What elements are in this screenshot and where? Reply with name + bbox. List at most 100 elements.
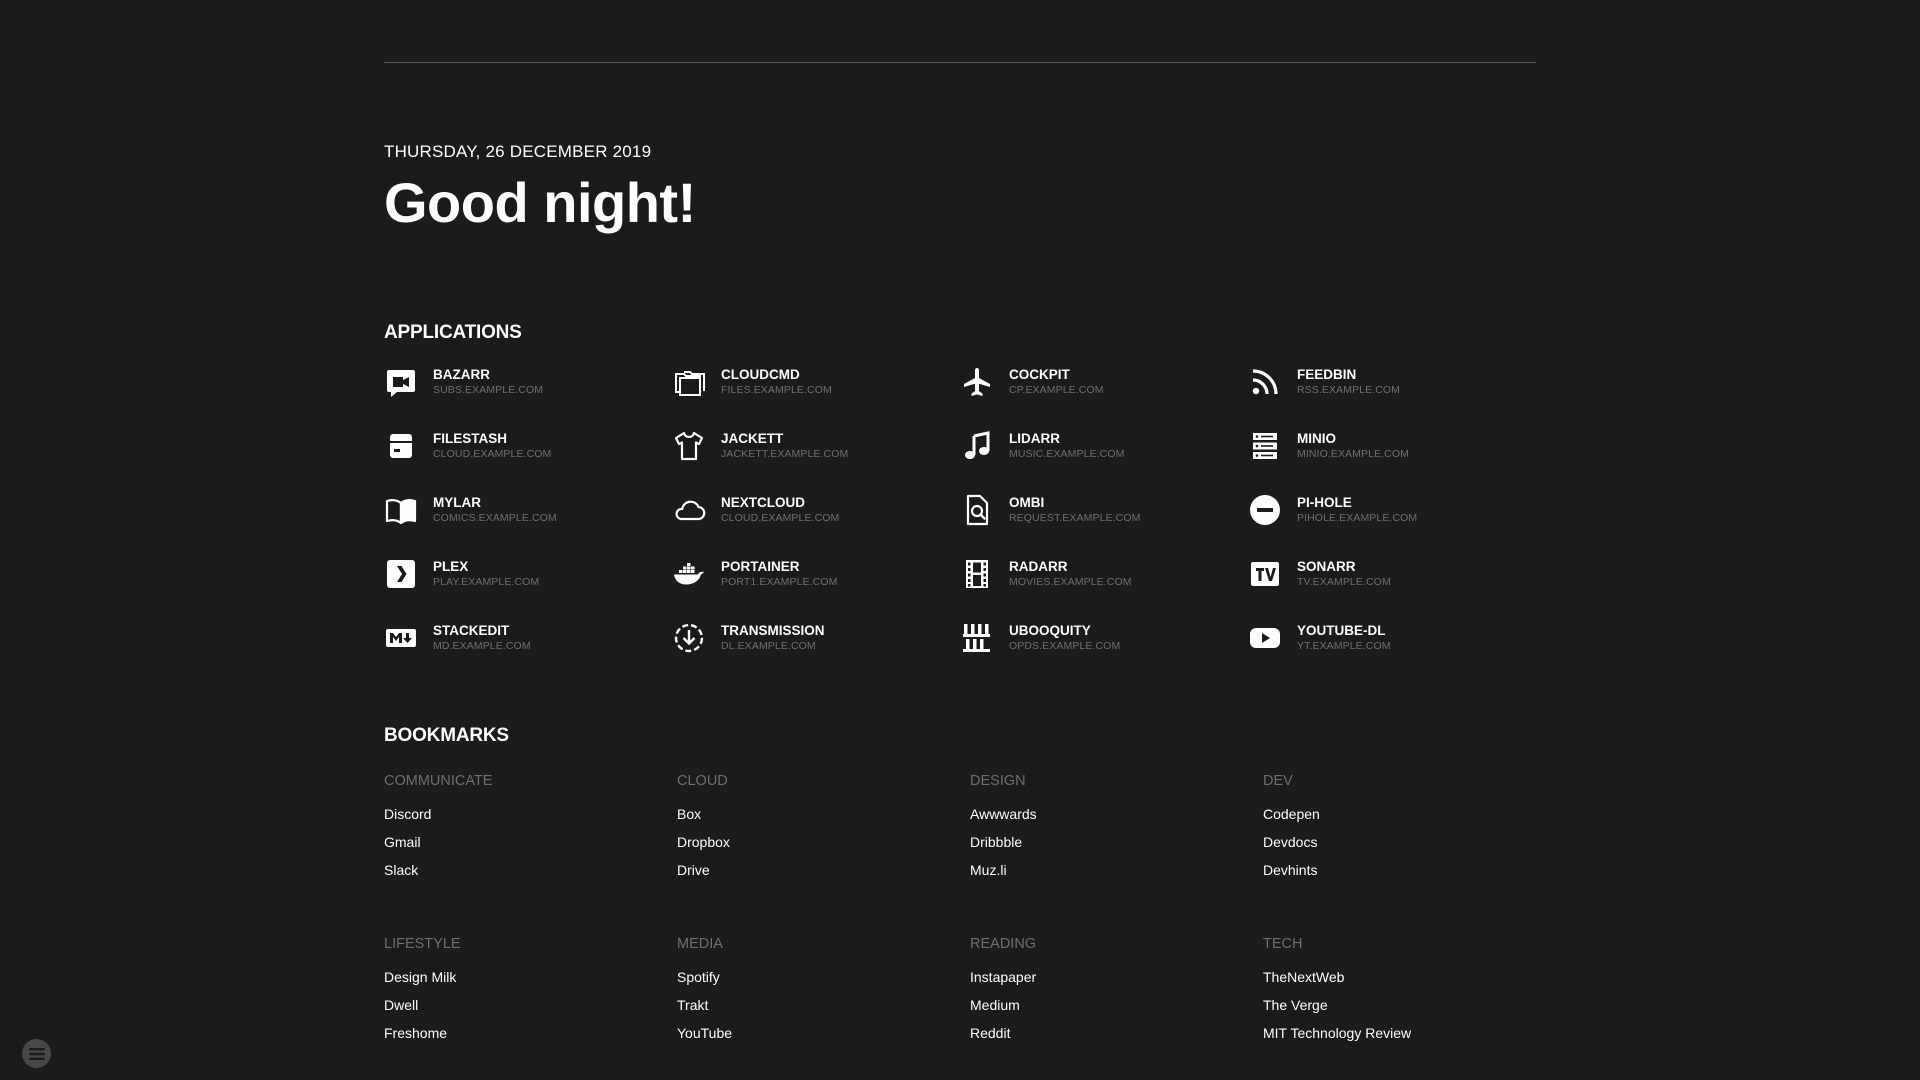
app-cloudcmd[interactable]: CLOUDCMD FILES.EXAMPLE.COM xyxy=(672,364,960,428)
app-url: SUBS.EXAMPLE.COM xyxy=(433,384,544,396)
app-url: YT.EXAMPLE.COM xyxy=(1297,640,1391,652)
app-text: COCKPIT CP.EXAMPLE.COM xyxy=(1009,364,1104,397)
app-text: FEEDBIN RSS.EXAMPLE.COM xyxy=(1297,364,1400,397)
app-youtube-dl[interactable]: YOUTUBE-DL YT.EXAMPLE.COM xyxy=(1248,620,1536,684)
app-feedbin[interactable]: FEEDBIN RSS.EXAMPLE.COM xyxy=(1248,364,1536,428)
app-name: PLEX xyxy=(433,559,469,574)
bookmark-link[interactable]: TheNextWeb xyxy=(1263,968,1556,986)
bookshelf-icon xyxy=(960,621,994,655)
app-url: TV.EXAMPLE.COM xyxy=(1297,576,1391,588)
bookmark-link[interactable]: Box xyxy=(677,805,970,823)
app-sonarr[interactable]: SONARR TV.EXAMPLE.COM xyxy=(1248,556,1536,620)
menu-icon xyxy=(28,1047,45,1060)
bookmark-link[interactable]: Discord xyxy=(384,805,677,823)
app-url: REQUEST.EXAMPLE.COM xyxy=(1009,512,1141,524)
bookmark-category-title: LIFESTYLE xyxy=(384,936,461,952)
app-ubooquity[interactable]: UBOOQUITY OPDS.EXAMPLE.COM xyxy=(960,620,1248,684)
app-radarr[interactable]: RADARR MOVIES.EXAMPLE.COM xyxy=(960,556,1248,620)
app-filestash[interactable]: FILESTASH CLOUD.EXAMPLE.COM xyxy=(384,428,672,492)
bookmark-link[interactable]: Muz.li xyxy=(970,861,1263,879)
app-lidarr[interactable]: LIDARR MUSIC.EXAMPLE.COM xyxy=(960,428,1248,492)
app-text: NEXTCLOUD CLOUD.EXAMPLE.COM xyxy=(721,492,839,525)
app-name: CLOUDCMD xyxy=(721,367,800,382)
markdown-icon xyxy=(384,621,418,655)
app-stackedit[interactable]: STACKEDIT MD.EXAMPLE.COM xyxy=(384,620,672,684)
app-text: TRANSMISSION DL.EXAMPLE.COM xyxy=(721,620,825,653)
app-text: UBOOQUITY OPDS.EXAMPLE.COM xyxy=(1009,620,1120,653)
plex-icon xyxy=(384,557,418,591)
app-url: MD.EXAMPLE.COM xyxy=(433,640,531,652)
bookmark-link[interactable]: Codepen xyxy=(1263,805,1556,823)
bookmark-link[interactable]: Spotify xyxy=(677,968,970,986)
app-mylar[interactable]: MYLAR COMICS.EXAMPLE.COM xyxy=(384,492,672,556)
app-bazarr[interactable]: BAZARR SUBS.EXAMPLE.COM xyxy=(384,364,672,428)
app-name: MINIO xyxy=(1297,431,1336,446)
app-url: FILES.EXAMPLE.COM xyxy=(721,384,832,396)
bookmark-category-lifestyle: LIFESTYLE Design Milk Dwell Freshome xyxy=(384,935,677,1080)
bookmark-category-title: TECH xyxy=(1263,936,1303,952)
page: THURSDAY, 26 DECEMBER 2019 Good night! A… xyxy=(0,0,1920,1080)
bookmark-link[interactable]: Devhints xyxy=(1263,861,1556,879)
bookmarks-title: BOOKMARKS xyxy=(384,725,509,746)
book-open-icon xyxy=(384,493,418,527)
bookmark-category-title: CLOUD xyxy=(677,773,728,789)
app-url: JACKETT.EXAMPLE.COM xyxy=(721,448,849,460)
app-jackett[interactable]: JACKETT JACKETT.EXAMPLE.COM xyxy=(672,428,960,492)
app-text: FILESTASH CLOUD.EXAMPLE.COM xyxy=(433,428,551,461)
bookmark-link[interactable]: Trakt xyxy=(677,996,970,1014)
bookmark-link[interactable]: MIT Technology Review xyxy=(1263,1024,1556,1042)
bookmark-link[interactable]: The Verge xyxy=(1263,996,1556,1014)
bookmark-link[interactable]: Gmail xyxy=(384,833,677,851)
app-url: MINIO.EXAMPLE.COM xyxy=(1297,448,1409,460)
app-text: MYLAR COMICS.EXAMPLE.COM xyxy=(433,492,557,525)
bookmark-link[interactable]: Instapaper xyxy=(970,968,1263,986)
app-ombi[interactable]: OMBI REQUEST.EXAMPLE.COM xyxy=(960,492,1248,556)
app-name: NEXTCLOUD xyxy=(721,495,805,510)
bookmark-link[interactable]: Dropbox xyxy=(677,833,970,851)
app-name: OMBI xyxy=(1009,495,1045,510)
bookmark-category-tech: TECH TheNextWeb The Verge MIT Technology Re… xyxy=(1263,935,1556,1080)
app-name: FEEDBIN xyxy=(1297,367,1357,382)
bookmark-category-media: MEDIA Spotify Trakt YouTube xyxy=(677,935,970,1080)
menu-button[interactable] xyxy=(22,1039,51,1068)
bookmark-category-title: MEDIA xyxy=(677,936,723,952)
airplane-icon xyxy=(960,365,994,399)
app-portainer[interactable]: PORTAINER PORT1.EXAMPLE.COM xyxy=(672,556,960,620)
bookmark-link[interactable]: Devdocs xyxy=(1263,833,1556,851)
docker-icon xyxy=(672,557,706,591)
app-name: COCKPIT xyxy=(1009,367,1070,382)
bookmark-link[interactable]: Freshome xyxy=(384,1024,677,1042)
bookmark-link[interactable]: Awwwards xyxy=(970,805,1263,823)
app-cockpit[interactable]: COCKPIT CP.EXAMPLE.COM xyxy=(960,364,1248,428)
app-url: CLOUD.EXAMPLE.COM xyxy=(433,448,552,460)
app-minio[interactable]: MINIO MINIO.EXAMPLE.COM xyxy=(1248,428,1536,492)
app-name: SONARR xyxy=(1297,559,1356,574)
minus-circle-icon xyxy=(1248,493,1282,527)
bookmark-link[interactable]: Dribbble xyxy=(970,833,1263,851)
bookmark-link[interactable]: Reddit xyxy=(970,1024,1263,1042)
bookmark-link[interactable]: Dwell xyxy=(384,996,677,1014)
bookmark-link[interactable]: Design Milk xyxy=(384,968,677,986)
app-url: MUSIC.EXAMPLE.COM xyxy=(1009,448,1125,460)
app-text: OMBI REQUEST.EXAMPLE.COM xyxy=(1009,492,1140,525)
app-text: STACKEDIT MD.EXAMPLE.COM xyxy=(433,620,531,653)
app-url: CLOUD.EXAMPLE.COM xyxy=(721,512,840,524)
app-name: RADARR xyxy=(1009,559,1068,574)
app-nextcloud[interactable]: NEXTCLOUD CLOUD.EXAMPLE.COM xyxy=(672,492,960,556)
bookmark-link[interactable]: Drive xyxy=(677,861,970,879)
app-name: PORTAINER xyxy=(721,559,800,574)
folders-icon xyxy=(672,365,706,399)
music-note-icon xyxy=(960,429,994,463)
app-text: RADARR MOVIES.EXAMPLE.COM xyxy=(1009,556,1132,589)
tv-icon xyxy=(1248,557,1282,591)
rss-icon xyxy=(1248,365,1282,399)
app-plex[interactable]: PLEX PLAY.EXAMPLE.COM xyxy=(384,556,672,620)
bookmark-link[interactable]: YouTube xyxy=(677,1024,970,1042)
app-transmission[interactable]: TRANSMISSION DL.EXAMPLE.COM xyxy=(672,620,960,684)
bookmark-link[interactable]: Slack xyxy=(384,861,677,879)
server-icon xyxy=(1248,429,1282,463)
app-name: MYLAR xyxy=(433,495,481,510)
bookmark-link[interactable]: Medium xyxy=(970,996,1263,1014)
app-pi-hole[interactable]: PI-HOLE PIHOLE.EXAMPLE.COM xyxy=(1248,492,1536,556)
app-url: RSS.EXAMPLE.COM xyxy=(1297,384,1401,396)
